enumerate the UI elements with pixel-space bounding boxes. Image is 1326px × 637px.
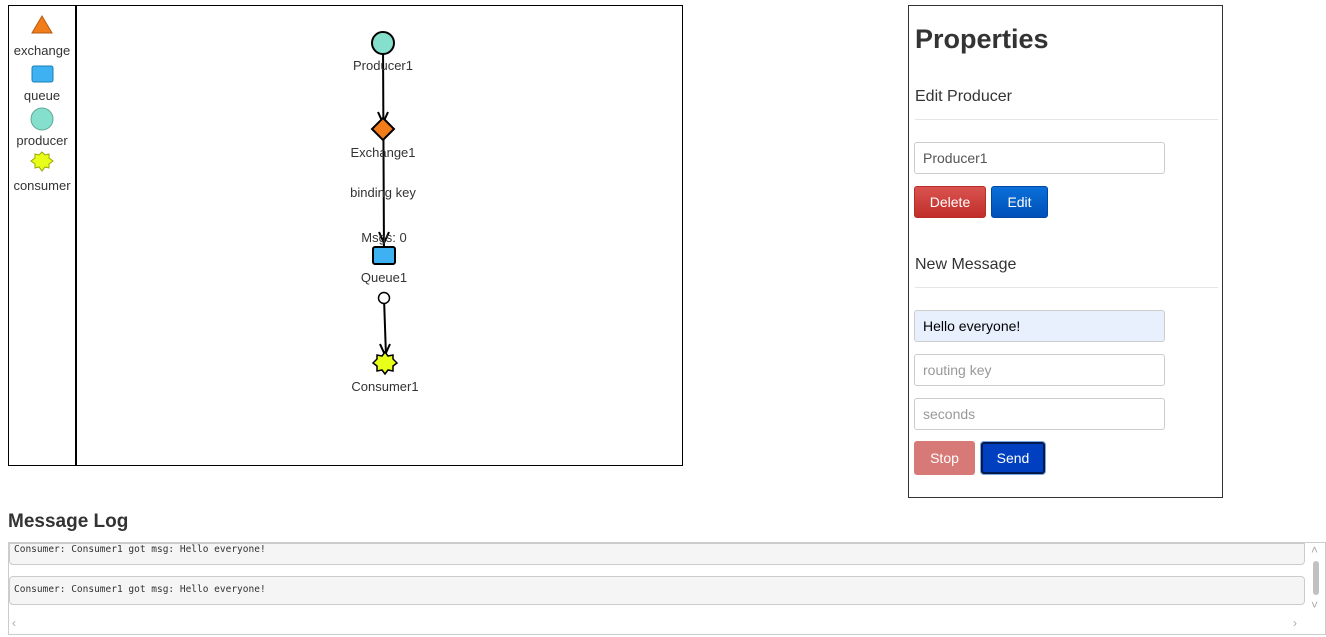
divider — [915, 119, 1218, 120]
queue-port[interactable] — [377, 291, 391, 305]
diagram-canvas[interactable]: exchange queue producer consumer Produce… — [8, 5, 683, 466]
delete-button[interactable]: Delete — [914, 186, 986, 218]
seconds-input[interactable] — [914, 398, 1165, 430]
binding-key-label[interactable]: binding key — [350, 185, 416, 200]
exchange-node[interactable] — [370, 116, 396, 142]
queue-msgs-count: Msgs: 0 — [361, 230, 407, 245]
properties-title: Properties — [915, 24, 1049, 54]
producer-label: Producer1 — [353, 58, 413, 73]
name-input[interactable] — [914, 142, 1165, 174]
log-entry: Consumer: Consumer1 got msg: Hello every… — [9, 543, 1305, 565]
message-log[interactable]: Consumer: Consumer1 got msg: Hello every… — [8, 542, 1326, 635]
scroll-up-icon[interactable]: ˄ — [1311, 543, 1318, 557]
vertical-scrollbar-thumb[interactable] — [1313, 561, 1319, 595]
edit-heading: Edit Producer — [915, 88, 1012, 105]
consumer-node[interactable] — [371, 350, 399, 376]
routing-key-input[interactable] — [914, 354, 1165, 386]
new-message-heading: New Message — [915, 256, 1017, 273]
log-entry: Consumer: Consumer1 got msg: Hello every… — [9, 576, 1305, 605]
consumer-label: Consumer1 — [351, 379, 418, 394]
queue-node[interactable] — [372, 246, 396, 265]
diagram: Producer1 Exchange1 binding key Msgs: 0 … — [350, 31, 419, 394]
message-input[interactable] — [914, 310, 1165, 342]
edge-queue-consumer[interactable] — [383, 297, 387, 357]
stop-button[interactable]: Stop — [914, 441, 975, 475]
producer-node[interactable] — [371, 31, 395, 55]
divider — [915, 287, 1218, 288]
properties-panel: Properties Edit Producer Delete Edit New… — [908, 5, 1223, 498]
send-button[interactable]: Send — [981, 442, 1045, 474]
exchange-label: Exchange1 — [350, 145, 415, 160]
scroll-left-icon[interactable]: ‹ — [12, 616, 16, 630]
scroll-right-icon[interactable]: › — [1293, 616, 1297, 630]
scroll-down-icon[interactable]: ˅ — [1311, 598, 1318, 612]
message-log-title: Message Log — [8, 511, 129, 532]
edit-button[interactable]: Edit — [991, 186, 1048, 218]
queue-label: Queue1 — [361, 270, 407, 285]
